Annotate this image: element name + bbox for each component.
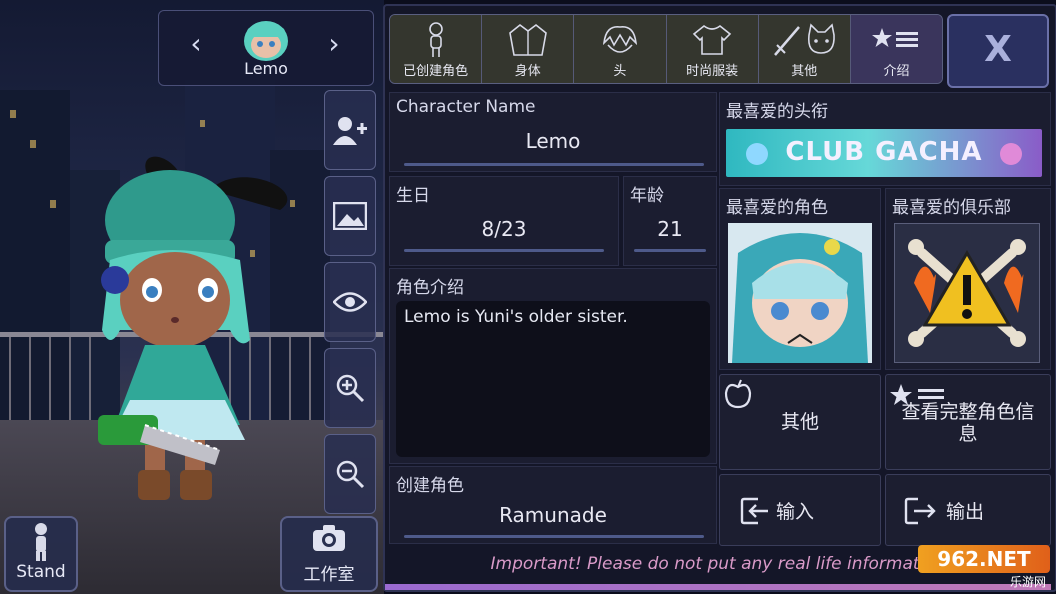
import-button[interactable]: 输入	[719, 474, 881, 546]
shirt-icon	[692, 24, 732, 55]
bio-textarea[interactable]: Lemo is Yuni's older sister.	[396, 301, 710, 457]
hair-icon	[602, 26, 637, 53]
tab-label: 已创建角色	[403, 64, 469, 79]
birthday-header: 生日	[396, 186, 430, 206]
image-icon	[333, 202, 367, 230]
birthday-field[interactable]: 8/23	[396, 217, 612, 249]
export-button[interactable]: 输出	[885, 474, 1051, 546]
banner-text: CLUB GACHA	[785, 137, 983, 167]
person-icon	[428, 22, 443, 57]
profile-panel: 已创建角色 身体 头 时尚服装 其他 介绍 X Character Name L…	[383, 4, 1056, 592]
star-list-icon	[872, 28, 919, 47]
background-button[interactable]	[324, 176, 376, 256]
visibility-button[interactable]	[324, 262, 376, 342]
creator-header: 创建角色	[396, 476, 464, 496]
import-label: 输入	[776, 501, 815, 523]
sword-cat-icon	[774, 23, 836, 56]
favorite-character-header: 最喜爱的角色	[726, 198, 828, 218]
stand-label: Stand	[16, 562, 66, 582]
character-figure[interactable]	[90, 150, 310, 510]
zoom-in-button[interactable]	[324, 348, 376, 428]
favorite-club-emblem[interactable]	[894, 223, 1040, 363]
tab-label: 时尚服装	[686, 64, 739, 79]
close-button[interactable]: X	[947, 14, 1049, 88]
import-icon	[740, 497, 768, 525]
export-label: 输出	[946, 501, 985, 523]
export-icon	[904, 497, 936, 525]
creator-box: 创建角色 Ramunade	[389, 466, 717, 544]
creator-field[interactable]: Ramunade	[396, 503, 710, 535]
favorite-title-box: 最喜爱的头衔 CLUB GACHA	[719, 92, 1051, 186]
character-name-label: Lemo	[244, 59, 288, 78]
age-field[interactable]: 21	[628, 217, 712, 249]
apple-icon	[724, 379, 752, 409]
prev-character-button[interactable]: ‹	[181, 27, 211, 61]
camera-icon	[313, 525, 345, 551]
person-icon	[35, 523, 47, 561]
view-full-info-label: 查看完整角色信息	[901, 401, 1035, 445]
other-label: 其他	[780, 411, 819, 433]
studio-button[interactable]: 工作室	[280, 516, 378, 592]
tab-head[interactable]: 头	[574, 15, 667, 83]
tab-intro[interactable]: 介绍	[850, 15, 942, 83]
tab-label: 其他	[791, 64, 818, 79]
view-full-info-button[interactable]: 查看完整角色信息	[885, 374, 1051, 470]
bio-header: 角色介绍	[396, 278, 464, 298]
age-header: 年龄	[630, 186, 664, 206]
next-character-button[interactable]: ›	[319, 27, 349, 61]
character-scene: ‹ › Lemo Stand 工作室	[0, 0, 384, 594]
favorite-club-box: 最喜爱的俱乐部	[885, 188, 1051, 370]
bio-text: Lemo is Yuni's older sister.	[404, 307, 628, 327]
favorite-character-portrait[interactable]	[728, 223, 872, 363]
tab-created-characters[interactable]: 已创建角色	[390, 15, 483, 83]
tab-body[interactable]: 身体	[482, 15, 575, 83]
tab-label: 身体	[514, 64, 541, 79]
club-gacha-banner[interactable]: CLUB GACHA	[726, 129, 1042, 177]
tab-label: 介绍	[883, 64, 910, 79]
birthday-box: 生日 8/23	[389, 176, 619, 266]
other-button[interactable]: 其他	[719, 374, 881, 470]
bio-box: 角色介绍 Lemo is Yuni's older sister.	[389, 268, 717, 464]
character-name-box: Character Name Lemo	[389, 92, 717, 172]
jacket-icon	[508, 23, 547, 56]
character-name-header: Character Name	[396, 97, 536, 117]
favorite-club-header: 最喜爱的俱乐部	[892, 198, 1011, 218]
site-watermark: 962.NET 乐游网	[918, 545, 1050, 589]
zoom-in-icon	[336, 374, 365, 403]
eye-icon	[333, 292, 367, 312]
add-person-icon	[333, 117, 367, 145]
tab-other[interactable]: 其他	[758, 15, 851, 83]
stand-button[interactable]: Stand	[4, 516, 78, 592]
age-box: 年龄 21	[623, 176, 717, 266]
add-character-button[interactable]	[324, 90, 376, 170]
zoom-out-icon	[336, 460, 365, 489]
tab-bar: 已创建角色 身体 头 时尚服装 其他 介绍	[389, 14, 943, 84]
tab-label: 头	[613, 64, 627, 79]
character-selector: ‹ › Lemo	[158, 10, 374, 86]
character-avatar	[244, 21, 288, 61]
watermark-main: 962.NET	[918, 545, 1050, 573]
character-name-field[interactable]: Lemo	[396, 129, 710, 161]
favorite-character-box: 最喜爱的角色	[719, 188, 881, 370]
studio-label: 工作室	[303, 565, 355, 585]
favorite-title-header: 最喜爱的头衔	[726, 102, 828, 122]
watermark-sub: 乐游网	[1009, 575, 1046, 589]
tab-fashion[interactable]: 时尚服装	[666, 15, 759, 83]
zoom-out-button[interactable]	[324, 434, 376, 514]
